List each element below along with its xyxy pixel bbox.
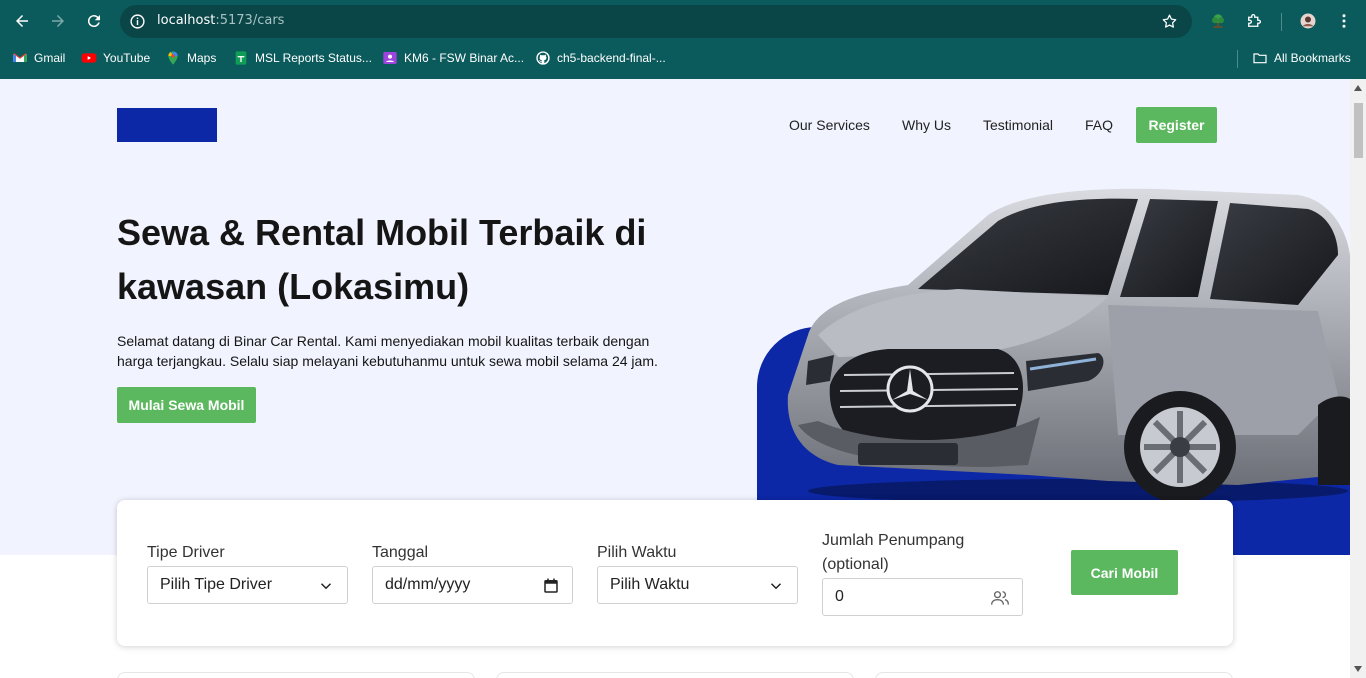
all-bookmarks[interactable]: All Bookmarks — [1252, 48, 1351, 68]
scroll-up-icon[interactable] — [1354, 85, 1362, 91]
back-button[interactable] — [9, 8, 35, 34]
bookmark-label: KM6 - FSW Binar Ac... — [404, 51, 525, 65]
url-path: :5173/cars — [215, 13, 285, 28]
register-button[interactable]: Register — [1136, 107, 1217, 143]
chevron-down-icon — [320, 583, 332, 590]
bookmark-maps[interactable]: Maps — [165, 48, 216, 68]
search-card: Tipe Driver Pilih Tipe Driver Tanggal dd… — [117, 500, 1233, 646]
driver-type-label: Tipe Driver — [147, 544, 225, 561]
passenger-value: 0 — [835, 588, 844, 605]
nav-testimonial[interactable]: Testimonial — [983, 117, 1053, 133]
nav-faq[interactable]: FAQ — [1085, 117, 1113, 133]
toolbar-divider — [1281, 13, 1282, 31]
driver-type-select[interactable]: Pilih Tipe Driver — [147, 566, 348, 604]
scroll-down-icon[interactable] — [1354, 666, 1362, 672]
passenger-label: Jumlah Penumpang (optional) — [822, 532, 965, 573]
time-select[interactable]: Pilih Waktu — [597, 566, 798, 604]
bookmarks-bar: Gmail YouTube Maps MSL Reports Status...… — [0, 44, 1366, 72]
time-label: Pilih Waktu — [597, 544, 677, 561]
forward-button[interactable] — [45, 8, 71, 34]
main-nav: Our Services Why Us Testimonial FAQ Regi… — [0, 107, 1350, 144]
nav-our-services[interactable]: Our Services — [789, 117, 870, 133]
info-icon[interactable] — [129, 13, 146, 30]
bookmark-label: Maps — [187, 51, 217, 65]
date-label: Tanggal — [372, 544, 429, 561]
arrow-right-icon — [52, 15, 64, 27]
bookmark-msl-reports[interactable]: MSL Reports Status... — [233, 48, 372, 68]
extension-tree-button[interactable] — [1205, 8, 1231, 34]
avatar-icon — [1300, 13, 1316, 29]
search-car-button[interactable]: Cari Mobil — [1071, 550, 1178, 595]
puzzle-icon — [1248, 14, 1261, 27]
address-bar[interactable]: localhost:5173/cars — [120, 5, 1192, 38]
car-card — [496, 672, 854, 678]
calendar-icon[interactable] — [542, 577, 560, 595]
sheets-icon — [233, 50, 249, 66]
bookmark-label: Gmail — [34, 51, 66, 65]
chevron-down-icon — [770, 583, 782, 590]
car-image — [787, 188, 1350, 503]
url-text: localhost:5173/cars — [157, 13, 284, 28]
all-bookmarks-label: All Bookmarks — [1274, 51, 1351, 65]
gmail-icon — [12, 50, 28, 66]
menu-button[interactable] — [1331, 8, 1357, 34]
github-icon — [535, 50, 551, 66]
page-content: Our Services Why Us Testimonial FAQ Regi… — [0, 79, 1350, 678]
time-value: Pilih Waktu — [610, 576, 690, 593]
car-card — [117, 672, 475, 678]
hero-section: Our Services Why Us Testimonial FAQ Regi… — [0, 79, 1350, 555]
reload-button[interactable] — [81, 8, 107, 34]
users-icon — [991, 591, 1009, 605]
start-rent-button[interactable]: Mulai Sewa Mobil — [117, 387, 256, 423]
bookmark-label: MSL Reports Status... — [255, 51, 372, 65]
bookmark-label: YouTube — [103, 51, 151, 65]
more-vertical-icon — [1342, 14, 1346, 28]
page-scrollbar[interactable] — [1350, 79, 1366, 678]
date-placeholder: dd/mm/yyyy — [385, 576, 471, 593]
bookmark-label: ch5-backend-final-... — [557, 51, 666, 65]
url-host: localhost — [157, 13, 216, 28]
youtube-icon — [81, 50, 97, 66]
reload-icon — [87, 15, 100, 28]
date-input[interactable]: dd/mm/yyyy — [372, 566, 573, 604]
nav-why-us[interactable]: Why Us — [902, 117, 951, 133]
classroom-icon — [382, 50, 398, 66]
maps-icon — [165, 50, 181, 66]
hero-description: Selamat datang di Binar Car Rental. Kami… — [117, 333, 658, 369]
scroll-thumb[interactable] — [1354, 103, 1363, 158]
passenger-input[interactable]: 0 — [822, 578, 1023, 616]
bookmarks-divider — [1237, 50, 1238, 68]
driver-type-value: Pilih Tipe Driver — [160, 576, 273, 593]
arrow-left-icon — [16, 15, 28, 27]
bookmark-star-icon[interactable] — [1161, 13, 1178, 30]
bookmark-gmail[interactable]: Gmail — [12, 48, 65, 68]
bookmark-ch5[interactable]: ch5-backend-final-... — [535, 48, 666, 68]
profile-button[interactable] — [1295, 8, 1321, 34]
tree-extension-icon — [1212, 14, 1224, 28]
folder-icon — [1252, 50, 1268, 66]
bookmark-youtube[interactable]: YouTube — [81, 48, 150, 68]
extensions-button[interactable] — [1241, 8, 1267, 34]
browser-toolbar: localhost:5173/cars — [0, 0, 1366, 42]
browser-chrome: localhost:5173/cars Gmail YouTube Maps M… — [0, 0, 1366, 79]
hero-title: Sewa & Rental Mobil Terbaik di kawasan (… — [117, 212, 647, 307]
car-card — [875, 672, 1233, 678]
bookmark-km6[interactable]: KM6 - FSW Binar Ac... — [382, 48, 524, 68]
